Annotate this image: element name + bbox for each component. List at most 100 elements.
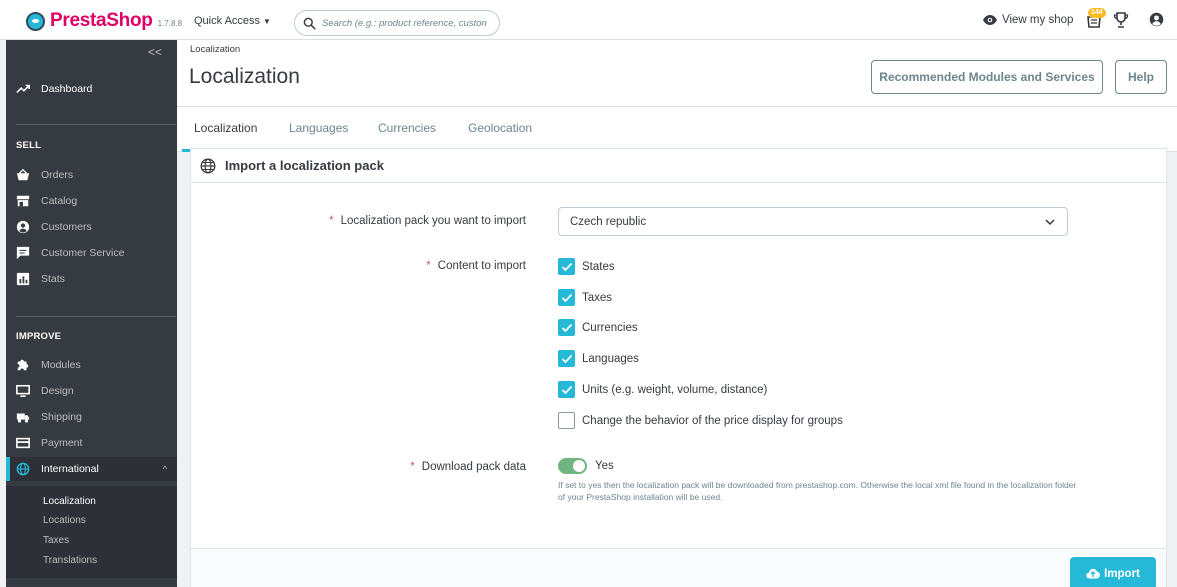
checkbox-taxes[interactable]: Taxes xyxy=(558,289,612,306)
required-mark: * xyxy=(410,461,415,473)
checkbox-states[interactable]: States xyxy=(558,258,615,275)
import-button[interactable]: Import xyxy=(1070,557,1156,587)
download-pack-toggle[interactable]: Yes xyxy=(558,458,614,474)
content-label-text: Content to import xyxy=(437,260,526,272)
sidebar-item-label: Catalog xyxy=(41,195,78,207)
notification-badge: 144 xyxy=(1088,8,1106,18)
sidebar-item-customer-service[interactable]: Customer Service xyxy=(6,241,177,265)
sidebar-item-modules[interactable]: Modules xyxy=(6,353,177,377)
caret-down-icon: ▼ xyxy=(263,17,271,26)
checkbox-label: Change the behavior of the price display… xyxy=(582,414,843,427)
prestashop-logo[interactable]: PrestaShop 1.7.8.8 xyxy=(26,10,182,32)
submenu-item-localization[interactable]: Localization xyxy=(43,496,96,507)
checkbox-label: Taxes xyxy=(582,291,613,304)
recommended-modules-button[interactable]: Recommended Modules and Services xyxy=(871,60,1103,94)
page-title: Localization xyxy=(189,65,300,88)
submenu-item-taxes[interactable]: Taxes xyxy=(43,535,69,546)
store-icon xyxy=(16,195,30,207)
tab-geolocation[interactable]: Geolocation xyxy=(468,121,532,135)
breadcrumb[interactable]: Localization xyxy=(190,44,240,55)
credit-card-icon xyxy=(16,437,30,449)
checkbox-currencies[interactable]: Currencies xyxy=(558,319,638,336)
help-button[interactable]: Help xyxy=(1115,60,1167,94)
tabs-bar: Localization Languages Currencies Geoloc… xyxy=(177,106,1177,152)
cloud-upload-icon xyxy=(1086,568,1101,579)
search-icon xyxy=(303,17,316,30)
view-my-shop-link[interactable]: View my shop xyxy=(983,14,1073,26)
puzzle-icon xyxy=(17,359,29,371)
checkbox-checked-icon[interactable] xyxy=(558,319,575,336)
submenu-item-translations[interactable]: Translations xyxy=(43,555,97,566)
import-button-label: Import xyxy=(1104,567,1140,580)
sidebar-item-label: Customers xyxy=(41,221,92,233)
sidebar-item-dashboard[interactable]: Dashboard xyxy=(6,77,177,101)
chat-icon xyxy=(16,246,30,260)
trending-up-icon xyxy=(16,84,30,94)
import-localization-panel: Import a localization pack * Localization… xyxy=(190,148,1167,587)
select-value: Czech republic xyxy=(570,215,647,228)
chevron-up-icon: ^ xyxy=(162,464,167,474)
section-improve: IMPROVE xyxy=(16,331,62,342)
sidebar-item-international[interactable]: International ^ xyxy=(6,457,177,481)
globe-icon xyxy=(16,462,30,476)
section-sell: SELL xyxy=(16,140,42,151)
sidebar-item-shipping[interactable]: Shipping xyxy=(6,405,177,429)
sidebar-item-payment[interactable]: Payment xyxy=(6,431,177,455)
checkbox-label: States xyxy=(582,260,615,273)
prestashop-logo-icon xyxy=(26,11,45,31)
download-help-text: If set to yes then the localization pack… xyxy=(558,480,1077,502)
download-label: * Download pack data xyxy=(301,461,526,473)
version-label: 1.7.8.8 xyxy=(157,19,183,28)
search-input[interactable] xyxy=(322,17,490,29)
checkbox-label: Currencies xyxy=(582,321,638,334)
sidebar-item-customers[interactable]: Customers xyxy=(6,215,177,239)
sidebar-item-label: Payment xyxy=(41,437,83,449)
checkbox-checked-icon[interactable] xyxy=(558,350,575,367)
truck-icon xyxy=(16,413,30,423)
sidebar: << Dashboard SELL Orders Catalog Custome… xyxy=(6,40,177,587)
sidebar-item-label: International xyxy=(41,463,99,475)
tab-languages[interactable]: Languages xyxy=(289,121,348,135)
tab-localization[interactable]: Localization xyxy=(194,121,257,135)
checkbox-unchecked-icon[interactable] xyxy=(558,412,575,429)
brand-name: PrestaShop xyxy=(50,10,153,31)
sidebar-item-stats[interactable]: Stats xyxy=(6,267,177,291)
panel-header: Import a localization pack xyxy=(191,149,1166,183)
checkbox-checked-icon[interactable] xyxy=(558,381,575,398)
sidebar-item-label: Design xyxy=(41,385,74,397)
sidebar-item-orders[interactable]: Orders xyxy=(6,163,177,187)
checkbox-checked-icon[interactable] xyxy=(558,289,575,306)
localization-pack-select[interactable]: Czech republic xyxy=(558,207,1068,236)
toggle-label: Yes xyxy=(595,460,614,472)
sidebar-item-label: Modules xyxy=(41,359,81,371)
required-mark: * xyxy=(426,260,431,272)
page-header: Localization Localization Recommended Mo… xyxy=(177,40,1177,106)
toggle-switch[interactable] xyxy=(558,458,587,474)
checkbox-price-display-groups[interactable]: Change the behavior of the price display… xyxy=(558,412,843,429)
checkbox-label: Units (e.g. weight, volume, distance) xyxy=(582,383,768,396)
user-account-icon[interactable] xyxy=(1149,12,1164,27)
pack-label-text: Localization pack you want to import xyxy=(340,215,526,227)
checkbox-checked-icon[interactable] xyxy=(558,258,575,275)
top-bar: PrestaShop 1.7.8.8 Quick Access▼ View my… xyxy=(0,0,1177,40)
tab-currencies[interactable]: Currencies xyxy=(378,121,436,135)
sidebar-item-label: Orders xyxy=(41,169,74,181)
quick-access-label: Quick Access xyxy=(194,15,261,27)
sidebar-item-label: Dashboard xyxy=(41,83,93,95)
sidebar-item-catalog[interactable]: Catalog xyxy=(6,189,177,213)
sidebar-item-label: Stats xyxy=(41,273,65,285)
checkbox-languages[interactable]: Languages xyxy=(558,350,639,367)
checkbox-label: Languages xyxy=(582,352,639,365)
checkbox-units[interactable]: Units (e.g. weight, volume, distance) xyxy=(558,381,767,398)
search-box[interactable] xyxy=(294,10,500,36)
international-submenu: Localization Locations Taxes Translation… xyxy=(6,486,177,578)
collapse-sidebar-icon[interactable]: << xyxy=(148,45,162,59)
sidebar-item-design[interactable]: Design xyxy=(6,379,177,403)
sidebar-divider xyxy=(16,124,176,125)
quick-access-dropdown[interactable]: Quick Access ▼ xyxy=(194,15,271,27)
globe-icon xyxy=(200,158,216,173)
trophy-icon[interactable] xyxy=(1113,12,1129,29)
submenu-item-locations[interactable]: Locations xyxy=(43,515,86,526)
sidebar-item-label: Customer Service xyxy=(41,247,125,259)
sidebar-divider xyxy=(16,316,176,317)
